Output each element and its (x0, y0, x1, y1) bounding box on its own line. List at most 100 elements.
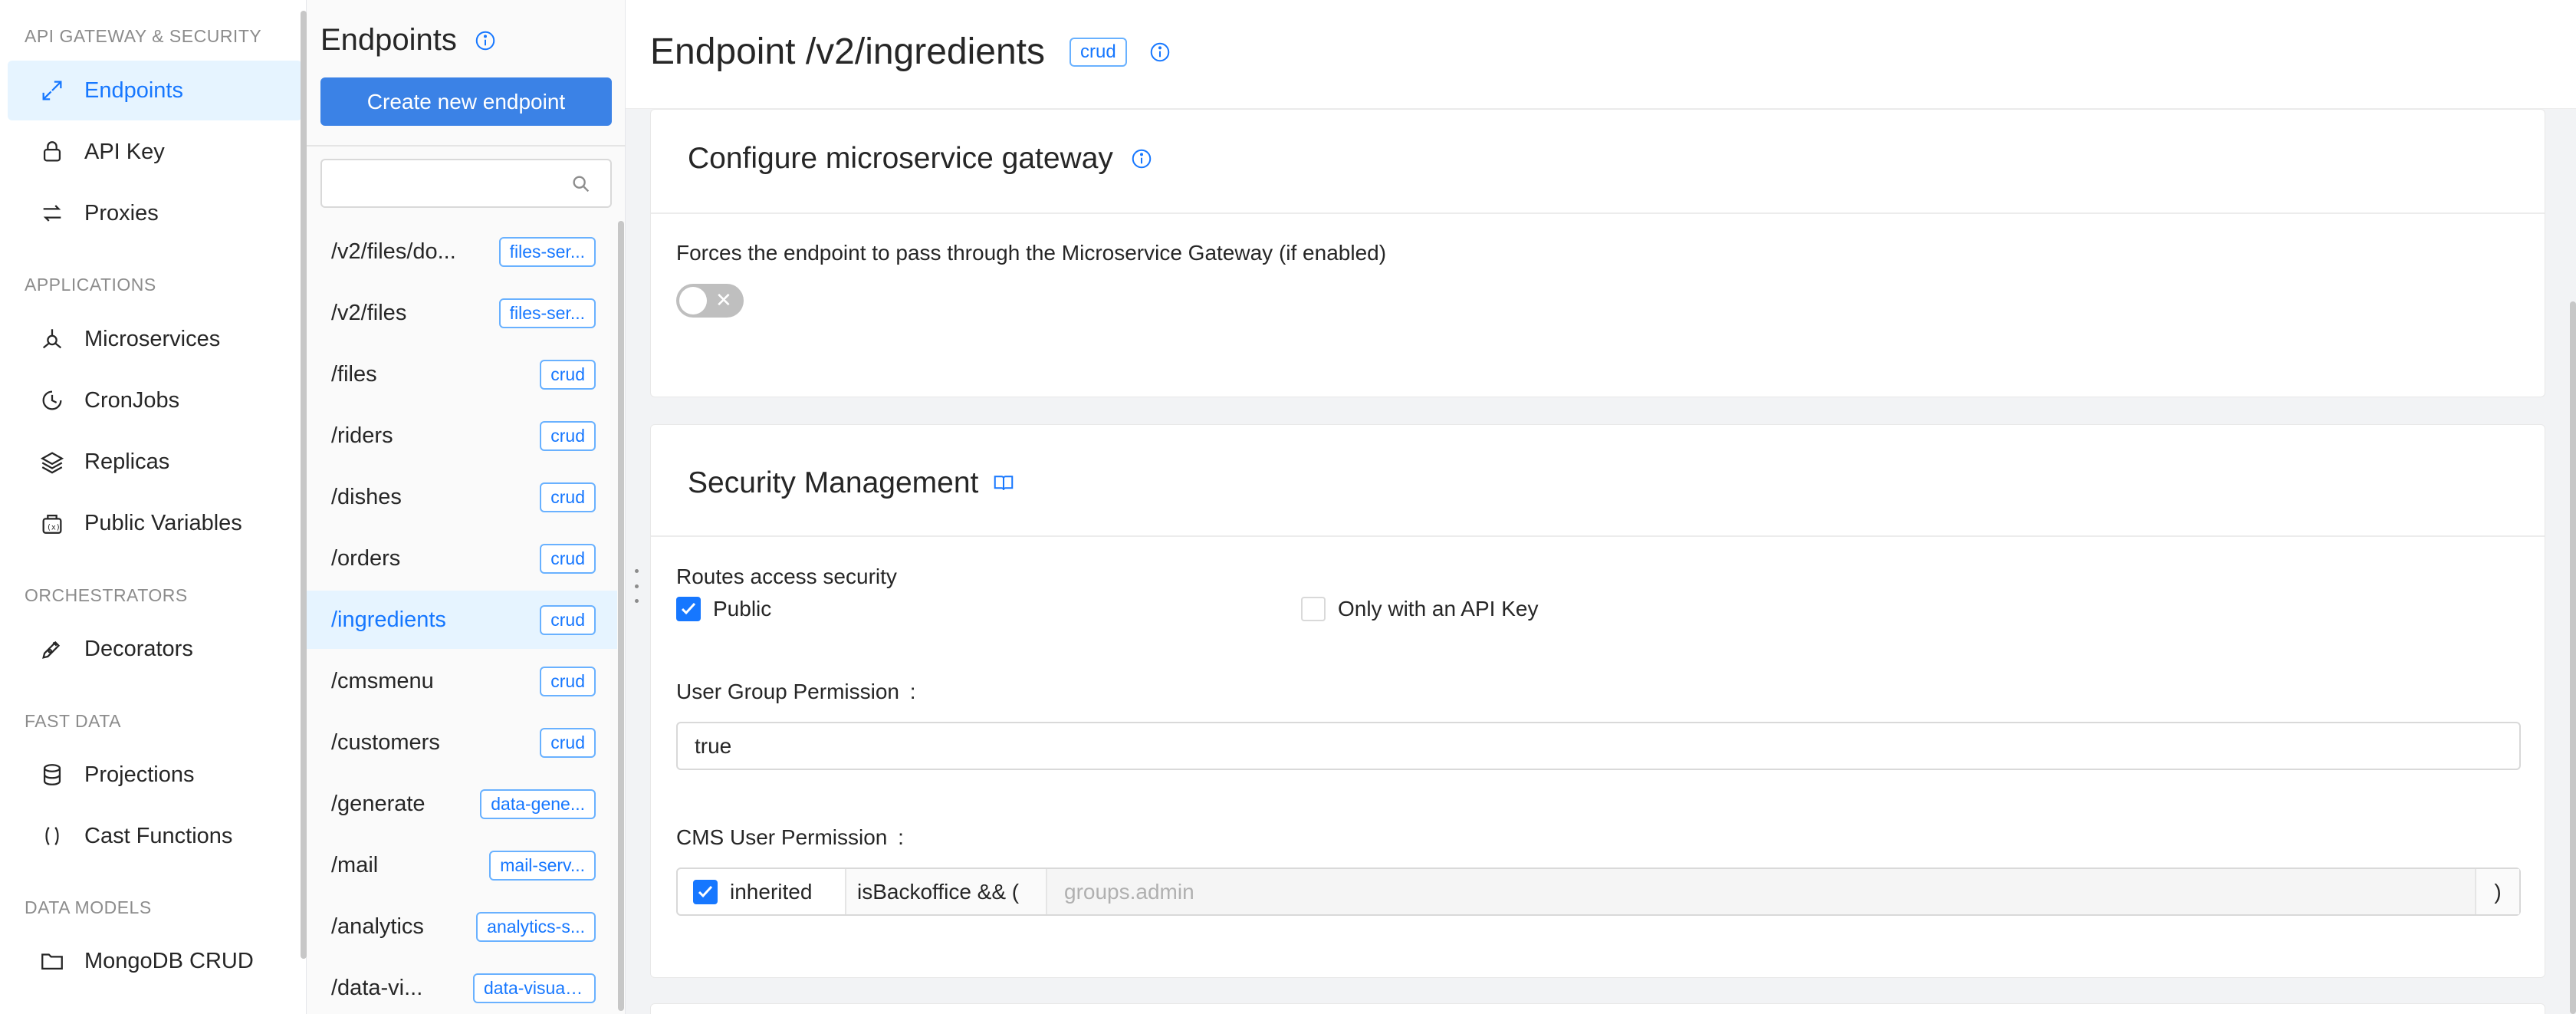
endpoint-type-tag: crud (540, 420, 596, 451)
resize-handle[interactable] (635, 569, 639, 603)
section-title-api-gateway: API GATEWAY & SECURITY (25, 26, 262, 46)
endpoint-list-item[interactable]: /data-vi... data-visualizat... (307, 959, 617, 1014)
public-label: Public (713, 597, 772, 621)
public-checkbox[interactable] (676, 597, 701, 621)
sidebar-item-api-key[interactable]: API Key (8, 122, 302, 182)
endpoint-path: /v2/files/do... (331, 239, 456, 264)
endpoint-type-tag: data-visualizat... (473, 973, 596, 1003)
endpoint-type-tag: data-gene... (480, 788, 596, 819)
label-colon: : (909, 680, 916, 703)
sidebar-item-label: Endpoints (84, 77, 183, 103)
section-title-orchestrators: ORCHESTRATORS (25, 585, 188, 605)
routes-access-label: Routes access security (676, 565, 897, 588)
endpoint-search[interactable] (320, 159, 612, 208)
page-scrollbar[interactable] (2570, 301, 2576, 1014)
endpoint-type-tag: crud (540, 543, 596, 574)
endpoint-type-tag: crud (540, 727, 596, 758)
user-group-permission-label: User Group Permission : (676, 680, 916, 704)
app-root: API GATEWAY & SECURITY Endpoints API Key… (0, 0, 2576, 1014)
endpoint-type-tag: analytics-s... (476, 911, 596, 942)
endpoint-list-item[interactable]: /cmsmenu crud (307, 652, 617, 710)
card-title: Configure microservice gateway (688, 142, 1153, 176)
sidebar-item-label: Projections (84, 762, 195, 787)
proxies-icon (38, 199, 66, 227)
endpoint-list-item[interactable]: /orders crud (307, 529, 617, 588)
sidebar-item-decorators[interactable]: Decorators (8, 619, 302, 679)
endpoint-type-tag: crud (540, 604, 596, 635)
close-icon: ✕ (715, 288, 732, 311)
endpoint-list-item[interactable]: /v2/files/do... files-ser... (307, 222, 617, 281)
endpoint-path: /generate (331, 791, 426, 816)
endpoint-path: /analytics (331, 914, 424, 939)
sidebar-item-cast-functions[interactable]: Cast Functions (8, 806, 302, 866)
endpoint-list-item[interactable]: /dishes crud (307, 468, 617, 526)
sidebar-item-replicas[interactable]: Replicas (8, 432, 302, 492)
microservices-icon (38, 325, 66, 353)
endpoint-path: /mail (331, 852, 379, 877)
sidebar-item-label: Proxies (84, 200, 159, 226)
inherited-checkbox[interactable] (693, 879, 718, 904)
endpoint-type-tag: files-ser... (498, 236, 596, 267)
endpoint-list-item[interactable]: /files crud (307, 345, 617, 403)
endpoint-path: /ingredients (331, 607, 446, 632)
endpoint-list-item[interactable]: /v2/files files-ser... (307, 284, 617, 342)
endpoint-list-item[interactable]: /ingredients crud (307, 591, 617, 649)
endpoint-type-tag: crud (540, 359, 596, 390)
api-key-label: Only with an API Key (1338, 597, 1539, 621)
sidebar-item-public-variables[interactable]: (x) Public Variables (8, 493, 302, 553)
inherited-toggle[interactable]: inherited (678, 869, 846, 914)
next-card (650, 1003, 2545, 1014)
sidebar-item-microservices[interactable]: Microservices (8, 309, 302, 369)
gateway-toggle[interactable]: ✕ (676, 284, 744, 318)
endpoint-type-tag: mail-serv... (489, 850, 596, 881)
search-input[interactable] (322, 160, 552, 206)
card-title-text: Security Management (688, 466, 979, 499)
api-key-checkbox[interactable] (1301, 597, 1326, 621)
sidebar-item-mongodb-crud[interactable]: MongoDB CRUD (8, 931, 302, 991)
parentheses-icon (38, 822, 66, 850)
gateway-description: Forces the endpoint to pass through the … (676, 241, 1387, 265)
sidebar-item-label: Microservices (84, 326, 221, 351)
card-title-text: Configure microservice gateway (688, 142, 1113, 175)
endpoint-path: /orders (331, 545, 401, 571)
sidebar-scrollbar[interactable] (301, 11, 307, 959)
sidebar-item-proxies[interactable]: Proxies (8, 183, 302, 243)
inherited-label: inherited (730, 879, 813, 904)
book-icon[interactable] (992, 472, 1015, 495)
layers-icon (38, 448, 66, 476)
endpoint-list-item[interactable]: /analytics analytics-s... (307, 897, 617, 956)
folder-icon (38, 947, 66, 975)
endpoint-path: /customers (331, 729, 440, 755)
endpoint-list-item[interactable]: /generate data-gene... (307, 775, 617, 833)
cms-user-permission-label: CMS User Permission : (676, 825, 904, 850)
cms-user-permission-group: inherited isBackoffice && ( groups.admin… (676, 867, 2521, 916)
info-icon[interactable] (474, 29, 497, 52)
info-icon[interactable] (1130, 147, 1153, 170)
endpoints-title-text: Endpoints (320, 23, 457, 57)
sidebar-item-endpoints[interactable]: Endpoints (8, 61, 302, 120)
cms-user-permission-text: CMS User Permission (676, 825, 888, 849)
sidebar-item-cronjobs[interactable]: CronJobs (8, 370, 302, 430)
sidebar-item-label: Public Variables (84, 510, 242, 535)
endpoints-panel-title: Endpoints (320, 23, 497, 58)
endpoint-list-item[interactable]: /mail mail-serv... (307, 836, 617, 894)
toggle-knob (679, 287, 707, 314)
sidebar-item-label: CronJobs (84, 387, 180, 413)
info-icon[interactable] (1148, 41, 1171, 64)
sidebar-item-projections[interactable]: Projections (8, 745, 302, 805)
card-header: Configure microservice gateway (651, 110, 2545, 214)
user-group-permission-input[interactable]: true (676, 722, 2521, 770)
section-title-data-models: DATA MODELS (25, 897, 152, 917)
endpoint-list-item[interactable]: /riders crud (307, 407, 617, 465)
endpoint-list-item[interactable]: /customers crud (307, 713, 617, 772)
cms-expression-prefix: isBackoffice && ( (846, 869, 1047, 914)
section-title-fast-data: FAST DATA (25, 711, 121, 731)
pen-icon (38, 635, 66, 663)
clock-icon (38, 387, 66, 414)
cms-permission-input[interactable]: groups.admin (1047, 869, 2475, 914)
search-icon (573, 176, 590, 193)
card-header: Security Management (651, 425, 2545, 537)
endpoint-list-scrollbar[interactable] (618, 221, 624, 1011)
create-endpoint-button[interactable]: Create new endpoint (320, 77, 612, 126)
page-title-text: Endpoint /v2/ingredients (650, 31, 1046, 72)
